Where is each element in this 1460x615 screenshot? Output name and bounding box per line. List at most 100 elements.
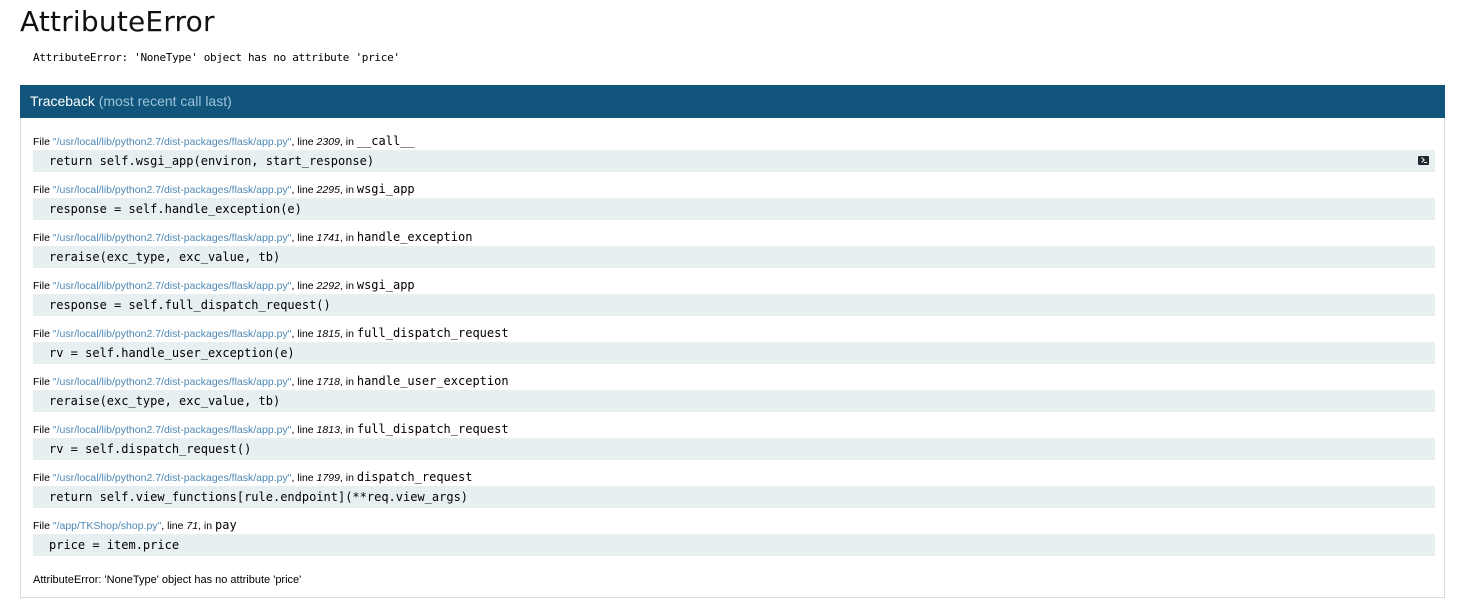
traceback-frame[interactable]: File "/usr/local/lib/python2.7/dist-pack… [33, 229, 1435, 277]
frame-code: price = item.price [49, 538, 180, 552]
frame-source-line[interactable]: rv = self.handle_user_exception(e) [33, 342, 1435, 364]
frame-filename[interactable]: "/usr/local/lib/python2.7/dist-packages/… [53, 232, 292, 244]
traceback-title: Traceback [30, 93, 95, 109]
frame-location: File "/app/TKShop/shop.py", line 71, in … [33, 517, 1435, 534]
frame-list: File "/usr/local/lib/python2.7/dist-pack… [33, 133, 1435, 565]
frame-filename[interactable]: "/usr/local/lib/python2.7/dist-packages/… [53, 136, 292, 148]
traceback-frame[interactable]: File "/usr/local/lib/python2.7/dist-pack… [33, 373, 1435, 421]
file-prefix: File [33, 472, 53, 484]
frame-line-number: 1799 [316, 472, 340, 484]
in-prefix: , in [339, 136, 357, 148]
file-prefix: File [33, 184, 53, 196]
in-prefix: , in [339, 472, 357, 484]
file-prefix: File [33, 424, 53, 436]
frame-filename[interactable]: "/usr/local/lib/python2.7/dist-packages/… [53, 184, 292, 196]
traceback-body: File "/usr/local/lib/python2.7/dist-pack… [20, 118, 1445, 598]
frame-function: full_dispatch_request [356, 326, 509, 340]
frame-filename[interactable]: "/usr/local/lib/python2.7/dist-packages/… [53, 424, 292, 436]
traceback-frame[interactable]: File "/usr/local/lib/python2.7/dist-pack… [33, 133, 1435, 181]
line-prefix: , line [291, 376, 317, 388]
file-prefix: File [33, 520, 53, 532]
traceback-frame[interactable]: File "/usr/local/lib/python2.7/dist-pack… [33, 277, 1435, 325]
frame-line-number: 1741 [316, 232, 340, 244]
file-prefix: File [33, 232, 53, 244]
frame-line-number: 71 [186, 520, 199, 532]
frame-code: rv = self.handle_user_exception(e) [49, 346, 295, 360]
frame-code: return self.wsgi_app(environ, start_resp… [49, 154, 375, 168]
traceback-note-text: (most recent call last) [98, 93, 232, 109]
file-prefix: File [33, 328, 53, 340]
frame-source-line[interactable]: reraise(exc_type, exc_value, tb) [33, 246, 1435, 268]
frame-line-number: 1718 [316, 376, 340, 388]
frame-code: response = self.full_dispatch_request() [49, 298, 331, 312]
frame-source-line[interactable]: return self.view_functions[rule.endpoint… [33, 486, 1435, 508]
in-prefix: , in [339, 184, 357, 196]
frame-line-number: 2292 [316, 280, 340, 292]
frame-location: File "/usr/local/lib/python2.7/dist-pack… [33, 133, 1435, 150]
frame-code: reraise(exc_type, exc_value, tb) [49, 250, 281, 264]
frame-code: response = self.handle_exception(e) [49, 202, 302, 216]
console-icon[interactable] [1418, 156, 1429, 165]
frame-code: reraise(exc_type, exc_value, tb) [49, 394, 281, 408]
line-prefix: , line [291, 280, 317, 292]
frame-function: __call__ [356, 134, 415, 148]
traceback-frame[interactable]: File "/usr/local/lib/python2.7/dist-pack… [33, 325, 1435, 373]
line-prefix: , line [161, 520, 187, 532]
frame-code: rv = self.dispatch_request() [49, 442, 252, 456]
frame-line-number: 1813 [316, 424, 340, 436]
frame-filename[interactable]: "/usr/local/lib/python2.7/dist-packages/… [53, 328, 292, 340]
traceback-frame[interactable]: File "/usr/local/lib/python2.7/dist-pack… [33, 469, 1435, 517]
frame-location: File "/usr/local/lib/python2.7/dist-pack… [33, 229, 1435, 246]
error-message: AttributeError: 'NoneType' object has no… [33, 51, 400, 64]
traceback-frame[interactable]: File "/app/TKShop/shop.py", line 71, in … [33, 517, 1435, 565]
frame-source-line[interactable]: return self.wsgi_app(environ, start_resp… [33, 150, 1435, 172]
frame-location: File "/usr/local/lib/python2.7/dist-pack… [33, 181, 1435, 198]
frame-location: File "/usr/local/lib/python2.7/dist-pack… [33, 373, 1435, 390]
frame-filename[interactable]: "/usr/local/lib/python2.7/dist-packages/… [53, 376, 292, 388]
traceback-frame[interactable]: File "/usr/local/lib/python2.7/dist-pack… [33, 181, 1435, 229]
frame-source-line[interactable]: rv = self.dispatch_request() [33, 438, 1435, 460]
in-prefix: , in [339, 424, 357, 436]
frame-location: File "/usr/local/lib/python2.7/dist-pack… [33, 277, 1435, 294]
frame-location: File "/usr/local/lib/python2.7/dist-pack… [33, 469, 1435, 486]
frame-filename[interactable]: "/app/TKShop/shop.py" [53, 520, 161, 532]
in-prefix: , in [198, 520, 216, 532]
in-prefix: , in [339, 376, 357, 388]
frame-function: full_dispatch_request [356, 422, 509, 436]
line-prefix: , line [291, 184, 317, 196]
line-prefix: , line [291, 472, 317, 484]
frame-function: dispatch_request [356, 470, 473, 484]
frame-source-line[interactable]: price = item.price [33, 534, 1435, 556]
file-prefix: File [33, 136, 53, 148]
in-prefix: , in [339, 280, 357, 292]
frame-function: handle_user_exception [356, 374, 509, 388]
frame-function: wsgi_app [356, 182, 415, 196]
line-prefix: , line [291, 136, 317, 148]
frame-function: handle_exception [356, 230, 473, 244]
frame-function: wsgi_app [356, 278, 415, 292]
frame-code: return self.view_functions[rule.endpoint… [49, 490, 469, 504]
frame-source-line[interactable]: response = self.handle_exception(e) [33, 198, 1435, 220]
traceback-note: (most recent call last) [99, 93, 232, 109]
frame-source-line[interactable]: response = self.full_dispatch_request() [33, 294, 1435, 316]
frame-source-line[interactable]: reraise(exc_type, exc_value, tb) [33, 390, 1435, 412]
frame-location: File "/usr/local/lib/python2.7/dist-pack… [33, 325, 1435, 342]
traceback-header: Traceback (most recent call last) [20, 85, 1445, 118]
frame-line-number: 2295 [316, 184, 340, 196]
frame-line-number: 1815 [316, 328, 340, 340]
traceback-footer-message: AttributeError: 'NoneType' object has no… [33, 574, 302, 586]
file-prefix: File [33, 280, 53, 292]
line-prefix: , line [291, 424, 317, 436]
frame-filename[interactable]: "/usr/local/lib/python2.7/dist-packages/… [53, 472, 292, 484]
frame-filename[interactable]: "/usr/local/lib/python2.7/dist-packages/… [53, 280, 292, 292]
line-prefix: , line [291, 232, 317, 244]
in-prefix: , in [339, 232, 357, 244]
traceback-frame[interactable]: File "/usr/local/lib/python2.7/dist-pack… [33, 421, 1435, 469]
file-prefix: File [33, 376, 53, 388]
frame-line-number: 2309 [316, 136, 340, 148]
in-prefix: , in [339, 328, 357, 340]
frame-function: pay [215, 518, 237, 532]
line-prefix: , line [291, 328, 317, 340]
error-title: AttributeError [20, 5, 215, 38]
frame-location: File "/usr/local/lib/python2.7/dist-pack… [33, 421, 1435, 438]
